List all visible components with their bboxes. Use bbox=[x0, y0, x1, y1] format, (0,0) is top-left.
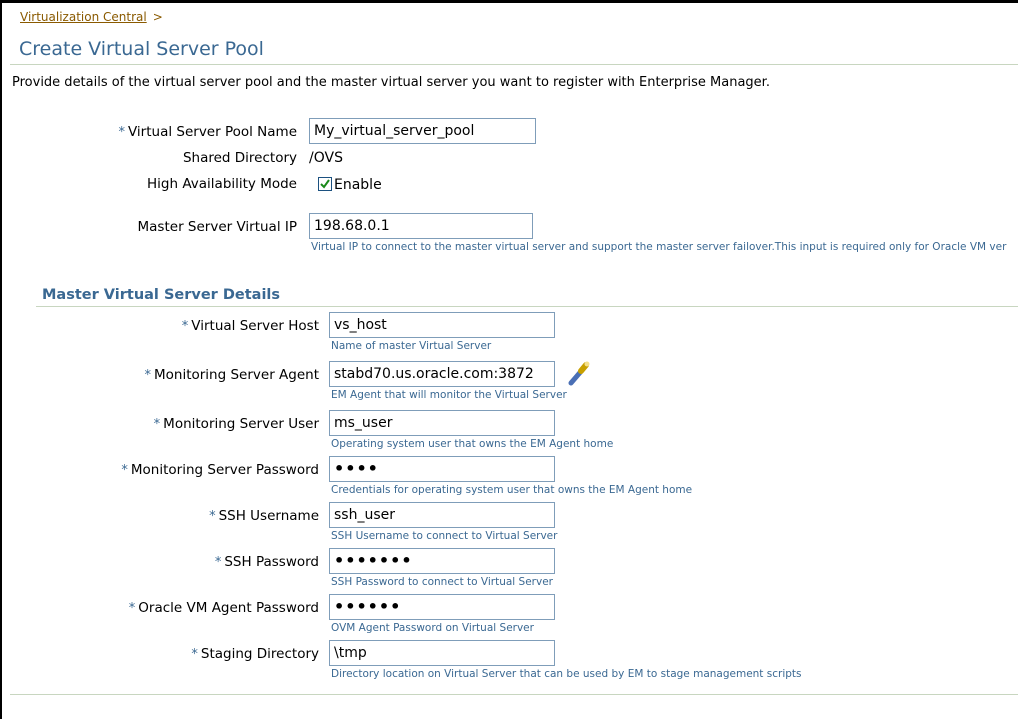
ssh-username-input[interactable] bbox=[329, 502, 555, 528]
ssh-password-input[interactable] bbox=[329, 548, 555, 574]
master-vip-hint: Virtual IP to connect to the master virt… bbox=[311, 241, 1007, 253]
ha-enable-checkbox[interactable] bbox=[318, 177, 332, 191]
page-title: Create Virtual Server Pool bbox=[19, 38, 264, 60]
pool-name-input[interactable] bbox=[309, 118, 536, 144]
breadcrumb-separator: > bbox=[152, 10, 163, 24]
ovm-password-hint: OVM Agent Password on Virtual Server bbox=[331, 622, 534, 634]
ms-user-input[interactable] bbox=[329, 410, 555, 436]
staging-dir-input[interactable] bbox=[329, 640, 555, 666]
ms-user-label: * Monitoring Server User bbox=[153, 416, 319, 432]
agent-input[interactable] bbox=[329, 361, 555, 387]
ms-password-hint: Credentials for operating system user th… bbox=[331, 484, 693, 496]
vs-host-hint: Name of master Virtual Server bbox=[331, 340, 492, 352]
master-details-heading: Master Virtual Server Details bbox=[42, 287, 281, 303]
vs-host-label: * Virtual Server Host bbox=[181, 318, 319, 334]
ms-password-label: * Monitoring Server Password bbox=[121, 462, 319, 478]
required-marker: * bbox=[118, 125, 125, 140]
bottom-divider bbox=[10, 694, 1018, 695]
shared-directory-label: Shared Directory bbox=[182, 150, 297, 166]
page-intro: Provide details of the virtual server po… bbox=[12, 75, 770, 90]
ha-enable-label: Enable bbox=[334, 177, 382, 193]
agent-hint: EM Agent that will monitor the Virtual S… bbox=[331, 389, 567, 401]
agent-label: * Monitoring Server Agent bbox=[144, 367, 319, 383]
ovm-password-label: * Oracle VM Agent Password bbox=[128, 600, 319, 616]
vs-host-input[interactable] bbox=[329, 312, 555, 338]
staging-dir-label: * Staging Directory bbox=[191, 646, 319, 662]
ovm-password-input[interactable] bbox=[329, 594, 555, 620]
ssh-username-hint: SSH Username to connect to Virtual Serve… bbox=[331, 530, 558, 542]
ms-password-input[interactable] bbox=[329, 456, 555, 482]
master-vip-label: Master Server Virtual IP bbox=[137, 219, 297, 235]
master-vip-input[interactable] bbox=[309, 213, 533, 239]
ssh-password-hint: SSH Password to connect to Virtual Serve… bbox=[331, 576, 553, 588]
breadcrumb: Virtualization Central > bbox=[20, 10, 163, 24]
ssh-username-label: * SSH Username bbox=[209, 508, 319, 524]
flashlight-icon[interactable] bbox=[566, 361, 592, 387]
section-divider bbox=[36, 306, 1018, 307]
check-icon bbox=[320, 179, 330, 189]
ms-user-hint: Operating system user that owns the EM A… bbox=[331, 438, 614, 450]
staging-dir-hint: Directory location on Virtual Server tha… bbox=[331, 668, 802, 680]
pool-name-label: * Virtual Server Pool Name bbox=[118, 124, 297, 140]
breadcrumb-link-virtualization-central[interactable]: Virtualization Central bbox=[20, 10, 147, 24]
ssh-password-label: * SSH Password bbox=[214, 554, 319, 570]
shared-directory-value: /OVS bbox=[309, 150, 343, 166]
title-divider bbox=[10, 64, 1018, 65]
ha-mode-label: High Availability Mode bbox=[147, 176, 297, 192]
